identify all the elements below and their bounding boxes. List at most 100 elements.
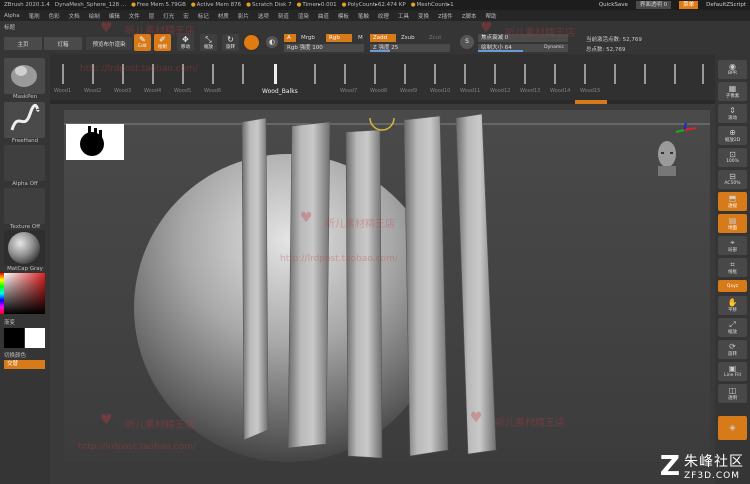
menu-item[interactable]: 笔触 <box>358 12 369 20</box>
zadd-toggle[interactable]: Zadd <box>370 34 396 42</box>
draw-size-slider[interactable]: 绘制大小 64 Dynamic <box>478 44 568 52</box>
wireframe-button[interactable]: ⌗ 线框 <box>718 258 747 277</box>
axis-gizmo-icon[interactable] <box>672 122 698 138</box>
preview-boolean-button[interactable]: 预览布尔渲染 <box>86 37 132 50</box>
brush-thumb[interactable] <box>374 64 376 84</box>
menu-item[interactable]: 渲染 <box>298 12 309 20</box>
menu-item[interactable]: 纹理 <box>378 12 389 20</box>
scroll-button[interactable]: ⇕ 滚动 <box>718 104 747 123</box>
brush-thumb-selected[interactable] <box>274 64 277 84</box>
menu-item[interactable]: 模板 <box>338 12 349 20</box>
brush-selector[interactable] <box>4 58 45 94</box>
perspective-button[interactable]: ⬒ 透视 <box>718 192 747 211</box>
menu-item[interactable]: 变换 <box>418 12 429 20</box>
scale-button[interactable]: ⤡ 缩放 <box>200 34 217 51</box>
transparency-slider[interactable]: 界面透明 0 <box>635 1 672 9</box>
menu-item[interactable]: 标记 <box>198 12 209 20</box>
brush-thumb[interactable] <box>242 64 244 84</box>
menu-item[interactable]: 工具 <box>398 12 409 20</box>
bpr-button[interactable]: ◉ BPR <box>718 60 747 79</box>
brush-thumb[interactable] <box>314 64 316 84</box>
brush-thumb[interactable] <box>644 64 646 84</box>
rgb-toggle[interactable]: Rgb <box>326 34 352 42</box>
menu-item[interactable]: 笔刷 <box>29 12 40 20</box>
qxyz-button[interactable]: Qxyz <box>718 280 747 292</box>
menu-item[interactable]: 编辑 <box>109 12 120 20</box>
menu-item[interactable]: 文件 <box>129 12 140 20</box>
navigator-thumbnail[interactable] <box>66 124 124 160</box>
menu-item[interactable]: Z插件 <box>438 12 453 20</box>
swap-button[interactable]: 交替 <box>4 360 45 369</box>
brush-thumb[interactable] <box>554 64 556 84</box>
default-zscript-button[interactable]: DefaultZScript <box>706 2 746 8</box>
s-button[interactable]: S <box>460 35 474 49</box>
main-color-swatch[interactable] <box>4 328 24 348</box>
mrgb-toggle[interactable]: Mrgb <box>298 34 318 42</box>
a-toggle[interactable]: A <box>284 34 296 42</box>
brush-thumb[interactable] <box>494 64 496 84</box>
brush-thumb[interactable] <box>212 64 214 84</box>
brush-thumb[interactable] <box>584 64 586 84</box>
brush-thumb[interactable] <box>62 64 64 84</box>
transparency-button[interactable]: ◫ 透明 <box>718 384 747 403</box>
floor-button[interactable]: ▤ 地面 <box>718 214 747 233</box>
subpixel-button[interactable]: ▦ 子像素 <box>718 82 747 101</box>
brush-thumb[interactable] <box>524 64 526 84</box>
brush-thumb[interactable] <box>344 64 346 84</box>
half-size-button[interactable]: ⊟ AC50% <box>718 170 747 189</box>
menu-item[interactable]: 灯光 <box>163 12 174 20</box>
rgb-intensity-slider[interactable]: Rgb 强度 100 <box>284 44 364 52</box>
material-selector[interactable] <box>4 230 45 266</box>
solo-button[interactable]: ◈ <box>718 416 747 440</box>
home-button[interactable]: 主页 <box>4 37 42 50</box>
zsub-toggle[interactable]: Zsub <box>398 34 418 42</box>
menu-item[interactable]: 选项 <box>258 12 269 20</box>
menu-item[interactable]: 帮助 <box>486 12 497 20</box>
dynamic-toggle[interactable]: Dynamic <box>544 44 564 52</box>
line-fill-button[interactable]: ▣ Line Fill <box>718 362 747 381</box>
brush-thumb[interactable] <box>702 64 704 84</box>
zcut-toggle[interactable]: Zcut <box>426 34 444 42</box>
menu-item[interactable]: 文档 <box>69 12 80 20</box>
menu-item[interactable]: 材质 <box>218 12 229 20</box>
menu-button[interactable]: 菜单 <box>679 1 699 9</box>
actual-size-button[interactable]: ⊡ 100% <box>718 148 747 167</box>
texture-selector[interactable] <box>4 188 45 224</box>
rotate-view-button[interactable]: ⟳ 旋转 <box>718 340 747 359</box>
local-button[interactable]: ⌖ 局部 <box>718 236 747 255</box>
bpr-icon: ◉ <box>729 62 736 71</box>
rotate-button[interactable]: ↻ 旋转 <box>222 34 239 51</box>
secondary-color-swatch[interactable] <box>25 328 45 348</box>
brush-thumb[interactable] <box>614 64 616 84</box>
viewport-canvas[interactable] <box>64 110 710 462</box>
brush-thumb[interactable] <box>404 64 406 84</box>
menu-item[interactable]: 曲道 <box>318 12 329 20</box>
menu-item[interactable]: Z脚本 <box>462 12 477 20</box>
brush-thumb[interactable] <box>674 64 676 84</box>
zoom2d-label: 缩放2D <box>724 137 741 143</box>
menu-item[interactable]: 绘制 <box>89 12 100 20</box>
stroke-selector[interactable] <box>4 102 45 138</box>
lightbox-button[interactable]: 灯箱 <box>44 37 82 50</box>
m-toggle[interactable]: M <box>355 34 366 42</box>
brush-thumb[interactable] <box>464 64 466 84</box>
hue-strip[interactable] <box>0 273 4 314</box>
brush-thumb[interactable] <box>434 64 436 84</box>
material-ball-icon[interactable] <box>242 33 261 52</box>
color-picker[interactable] <box>4 273 45 314</box>
menu-item[interactable]: 层 <box>149 12 155 20</box>
move-view-button[interactable]: ✋ 平移 <box>718 296 747 315</box>
switch-color-label[interactable]: 切换颜色 <box>0 351 50 359</box>
z-intensity-slider[interactable]: Z 强度 25 <box>370 44 450 52</box>
menu-item[interactable]: 色彩 <box>49 12 60 20</box>
scale-view-button[interactable]: ⤢ 缩放 <box>718 318 747 337</box>
spiral-icon[interactable]: ◐ <box>266 36 278 48</box>
alpha-selector[interactable] <box>4 145 45 181</box>
menu-item[interactable]: 宏 <box>183 12 189 20</box>
menu-item[interactable]: Alpha <box>4 13 20 19</box>
menu-item[interactable]: 刻道 <box>278 12 289 20</box>
menu-item[interactable]: 影片 <box>238 12 249 20</box>
orientation-head-icon[interactable] <box>654 136 682 178</box>
quicksave-button[interactable]: QuickSave <box>599 2 628 8</box>
zoom2d-button[interactable]: ⊕ 缩放2D <box>718 126 747 145</box>
